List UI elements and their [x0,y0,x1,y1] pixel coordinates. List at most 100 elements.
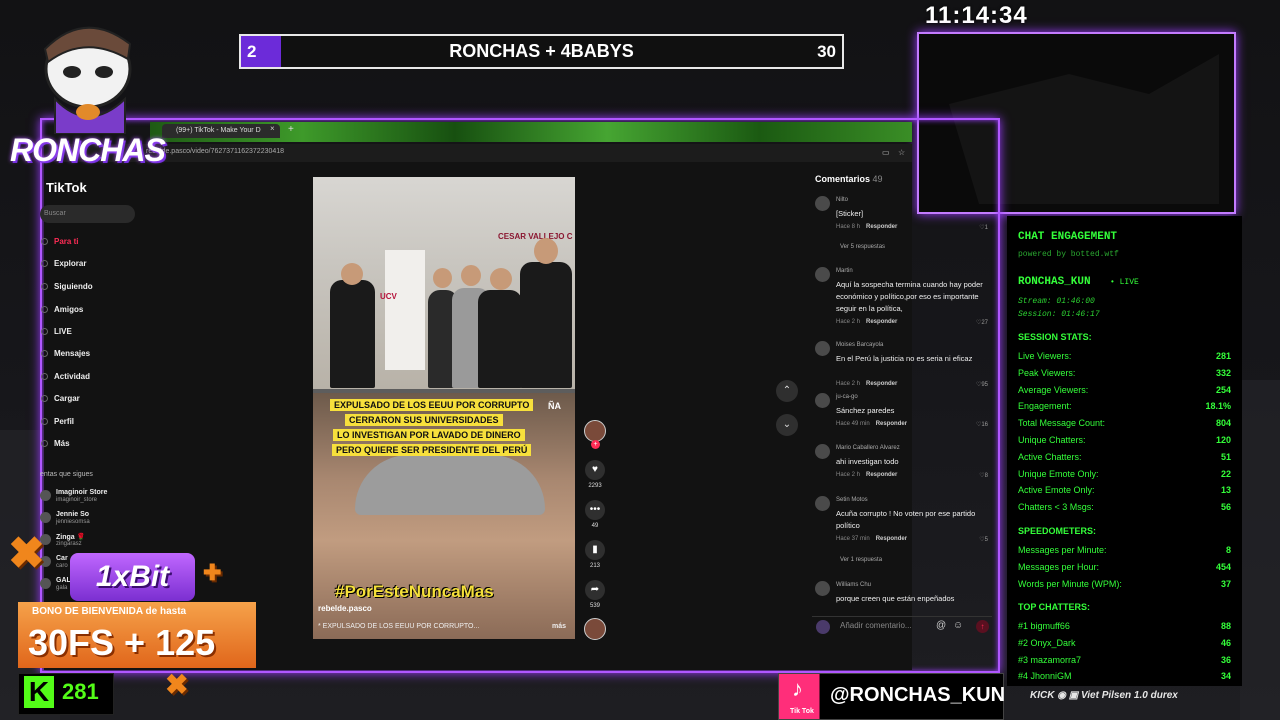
comment-likes[interactable]: ♡5 [968,536,988,543]
follow-avatar[interactable] [40,490,51,501]
comment-text: En el Perú la justicia no es seria ni ef… [836,354,973,363]
speech-bubble-icon[interactable]: ••• [585,500,605,520]
logo-text: RONCHAS [10,132,166,168]
comment-avatar[interactable] [815,267,830,282]
follow-name[interactable]: Jennie So [56,511,89,518]
next-video-button[interactable]: ⌄ [776,414,798,436]
comment-avatar[interactable] [815,393,830,408]
bookmark-star-icon[interactable]: ☆ [898,148,905,157]
nav-item[interactable]: Amigos [54,305,83,314]
nav-item[interactable]: Siguiendo [54,282,93,291]
comment-likes[interactable]: ♡95 [968,381,988,388]
comment-likes[interactable]: ♡27 [968,319,988,326]
comment-author[interactable]: Setin Motos [836,497,868,503]
background-building [1240,380,1280,720]
stat-label: Words per Minute (WPM): [1018,578,1122,589]
comment-time: Hace 2 h [836,319,861,325]
follow-plus-icon[interactable]: + [591,440,600,449]
comment-likes[interactable]: ♡8 [968,472,988,479]
comment-action[interactable]: ••• 49 [585,500,605,529]
mention-icon[interactable]: @ [936,620,946,631]
comment-author[interactable]: Mario Caballero Alvarez [836,445,900,451]
nav-item[interactable]: Explorar [54,259,86,268]
comment-avatar[interactable] [815,341,830,356]
reply-link[interactable]: Responder [876,421,907,427]
stat-value: 56 [1220,502,1231,513]
comment-likes[interactable]: ♡1 [968,224,988,231]
reply-link[interactable]: Responder [876,536,907,542]
nav-item[interactable]: Para ti [54,237,78,246]
comment-author[interactable]: Nilto [836,197,848,203]
emoji-icon[interactable]: ☺ [953,620,963,631]
nav-item[interactable]: Actividad [54,372,90,381]
share-arrow-icon[interactable]: ➦ [585,580,605,600]
video-username[interactable]: rebelde.pasco [318,604,372,613]
follow-name[interactable]: GAL [56,577,71,584]
search-input[interactable]: Buscar [40,205,135,223]
scoreboard: 2 RONCHAS + 4BABYS 30 [239,34,844,69]
nav-item[interactable]: Mensajes [54,349,90,358]
like-action[interactable]: ♥ 2293 [585,460,605,489]
view-replies-link[interactable]: Ver 1 respuesta [840,557,882,563]
sound-avatar[interactable] [584,618,606,640]
comment-text: Acuña corrupto ! No voten por ese partid… [836,509,976,530]
follow-name[interactable]: Imaginoir Store [56,489,107,496]
comment-author[interactable]: Moises Barcayola [836,342,883,348]
comment-input[interactable]: Añadir comentario... [840,621,912,630]
comment-avatar[interactable] [815,496,830,511]
reply-link[interactable]: Responder [866,472,897,478]
creator-avatar[interactable] [584,420,606,442]
reply-link[interactable]: Responder [866,381,897,387]
video-more-link[interactable]: más [552,623,566,630]
nav-item[interactable]: Más [54,439,70,448]
cast-icon[interactable]: ▭ [882,148,890,157]
comment-meta: Hace 37 min Responder [836,536,907,542]
stat-value: 46 [1220,637,1231,648]
wall-sign: CESAR VALLEJO C [498,232,573,241]
nav-item[interactable]: Cargar [54,394,80,403]
view-replies-link[interactable]: Ver 5 respuestas [840,244,885,250]
heart-icon[interactable]: ♥ [585,460,605,480]
score-title: RONCHAS + 4BABYS [449,41,634,61]
stat-value: 18.1% [1205,401,1231,412]
comment-avatar[interactable] [815,581,830,596]
stat-value: 281 [1215,351,1231,361]
bookmark-icon[interactable]: ▮ [585,540,605,560]
stat-row: 120 Unique Chatters: [1018,435,1231,445]
stat-label: Active Emote Only: [1018,485,1095,496]
follow-name[interactable]: Car [56,555,68,562]
follow-handle: caro [56,563,68,569]
comment-text: ahi investigan todo [836,457,899,466]
follow-handle: zingarasz [56,541,82,547]
nav-item[interactable]: LIVE [54,327,72,336]
follow-name[interactable]: Zinga 🌹 [56,533,85,541]
url-text[interactable]: rebelde.pasco/video/7627371162372230418 [146,148,284,155]
stat-row: 34 #4 JhonniGM [1018,671,1231,681]
nav-item[interactable]: Perfil [54,417,74,426]
reply-link[interactable]: Responder [866,224,897,230]
save-action[interactable]: ▮ 213 [585,540,605,569]
previous-video-button[interactable]: ⌃ [776,380,798,402]
browser-tab[interactable]: (99+) TikTok - Make Your D [162,124,280,138]
follow-avatar[interactable] [40,512,51,523]
speed-title: SPEEDOMETERS: [1018,526,1097,536]
x-mark-icon: ✖ [165,669,189,700]
comment-author[interactable]: ju-ca-go [836,394,858,400]
comment-avatar[interactable] [815,444,830,459]
share-action[interactable]: ➦ 539 [585,580,605,609]
stat-label: Average Viewers: [1018,384,1089,395]
send-icon[interactable]: ↑ [976,620,989,633]
comment-avatar[interactable] [815,196,830,211]
reply-link[interactable]: Responder [866,319,897,325]
tiktok-logo[interactable]: TikTok [46,180,87,195]
stat-value: 804 [1215,418,1231,429]
new-tab-button[interactable]: + [288,124,294,135]
photo-person [330,280,375,388]
tab-close-icon[interactable]: × [270,124,275,133]
nav-icon [41,306,48,313]
comment-likes[interactable]: ♡16 [968,421,988,428]
comment-author[interactable]: Williams Chu [836,582,871,588]
follow-avatar[interactable] [40,578,51,589]
comment-author[interactable]: Martin [836,268,853,274]
stat-label: Messages per Hour: [1018,561,1100,572]
